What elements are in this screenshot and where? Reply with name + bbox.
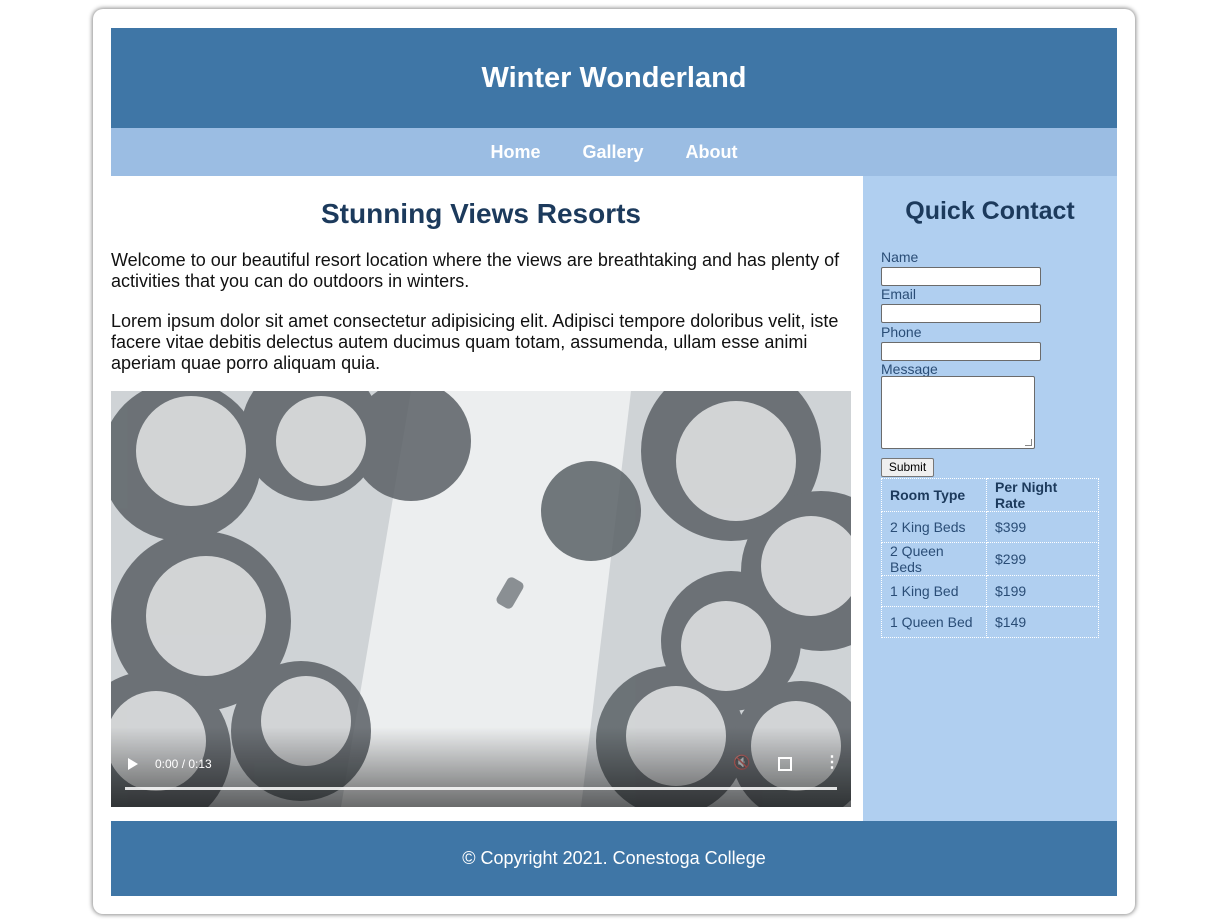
play-icon[interactable] bbox=[128, 758, 138, 770]
message-label: Message bbox=[881, 361, 938, 377]
copyright-text: © Copyright 2021. Conestoga College bbox=[462, 848, 766, 868]
submit-button[interactable]: Submit bbox=[881, 458, 934, 477]
name-input[interactable] bbox=[881, 267, 1041, 286]
table-row: 2 Queen Beds $299 bbox=[881, 542, 1099, 576]
nav-gallery-link[interactable]: Gallery bbox=[561, 142, 664, 163]
intro-paragraph: Welcome to our beautiful resort location… bbox=[111, 250, 840, 291]
video-player[interactable]: 0:00 / 0:13 🔇 ⋮ bbox=[111, 391, 851, 807]
site-title: Winter Wonderland bbox=[481, 61, 747, 94]
room-rates-table: Room Type Per Night Rate 2 King Beds $39… bbox=[881, 478, 1099, 638]
fullscreen-icon[interactable] bbox=[778, 757, 792, 771]
main-content: Stunning Views Resorts Welcome to our be… bbox=[111, 176, 863, 821]
main-nav: Home Gallery About bbox=[111, 128, 1117, 176]
video-progress-bar[interactable] bbox=[125, 787, 837, 790]
site-footer: © Copyright 2021. Conestoga College bbox=[111, 821, 1117, 896]
rate-cell: $399 bbox=[986, 511, 1099, 543]
rate-cell: $299 bbox=[986, 542, 1099, 576]
nav-home-link[interactable]: Home bbox=[469, 142, 561, 163]
room-type-cell: 2 King Beds bbox=[881, 511, 987, 543]
video-time: 0:00 / 0:13 bbox=[155, 757, 212, 771]
room-type-cell: 1 Queen Bed bbox=[881, 606, 987, 638]
rate-cell: $149 bbox=[986, 606, 1099, 638]
email-label: Email bbox=[881, 286, 917, 302]
room-type-header: Room Type bbox=[881, 478, 987, 512]
name-label: Name bbox=[881, 249, 919, 265]
table-row: 2 King Beds $399 bbox=[881, 511, 1099, 543]
room-type-cell: 2 Queen Beds bbox=[881, 542, 987, 576]
contact-heading: Quick Contact bbox=[905, 197, 1075, 225]
room-type-cell: 1 King Bed bbox=[881, 575, 987, 607]
rate-cell: $199 bbox=[986, 575, 1099, 607]
site-header: Winter Wonderland bbox=[111, 28, 1117, 128]
lorem-paragraph: Lorem ipsum dolor sit amet consectetur a… bbox=[111, 311, 839, 373]
table-header-row: Room Type Per Night Rate bbox=[881, 478, 1099, 512]
rate-header: Per Night Rate bbox=[986, 478, 1099, 512]
message-textarea[interactable] bbox=[881, 376, 1035, 449]
phone-input[interactable] bbox=[881, 342, 1041, 361]
volume-icon[interactable]: 🔇 bbox=[733, 754, 750, 771]
main-heading: Stunning Views Resorts bbox=[321, 198, 641, 229]
email-input[interactable] bbox=[881, 304, 1041, 323]
video-controls: 0:00 / 0:13 🔇 ⋮ bbox=[111, 727, 851, 807]
table-row: 1 King Bed $199 bbox=[881, 575, 1099, 607]
phone-label: Phone bbox=[881, 324, 922, 340]
table-row: 1 Queen Bed $149 bbox=[881, 606, 1099, 638]
nav-about-link[interactable]: About bbox=[665, 142, 759, 163]
quick-contact-panel: Quick Contact Name Email Phone Message S… bbox=[863, 176, 1117, 821]
more-options-icon[interactable]: ⋮ bbox=[824, 752, 840, 772]
